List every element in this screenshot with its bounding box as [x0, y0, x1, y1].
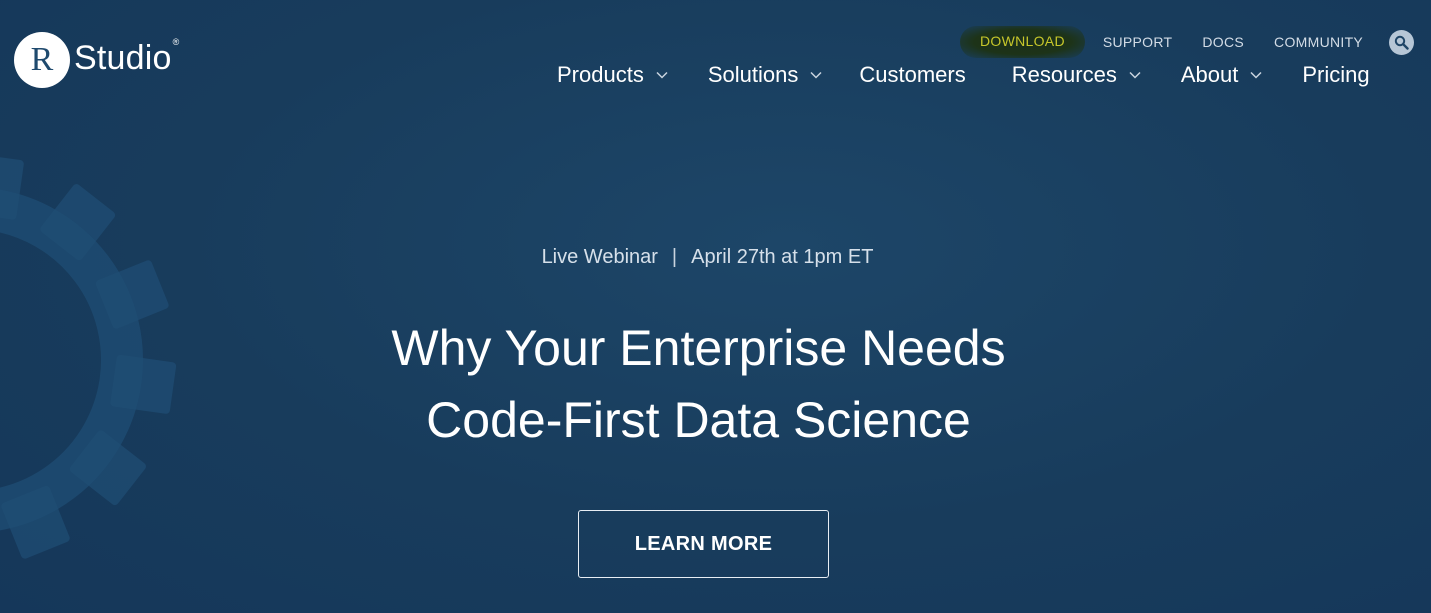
nav-item-solutions[interactable]: Solutions: [708, 61, 823, 89]
headline-line-2: Code-First Data Science: [426, 392, 971, 448]
download-link[interactable]: DOWNLOAD: [980, 33, 1065, 49]
chevron-down-icon: [1250, 71, 1262, 79]
chevron-down-icon: [656, 71, 668, 79]
headline-line-1: Why Your Enterprise Needs: [391, 320, 1006, 376]
support-link[interactable]: SUPPORT: [1103, 34, 1173, 50]
eyebrow-label: Live Webinar: [541, 246, 658, 268]
nav-item-pricing[interactable]: Pricing: [1302, 61, 1369, 89]
logo-mark: R: [14, 32, 70, 88]
nav-item-label: Resources: [1011, 62, 1117, 87]
docs-link[interactable]: DOCS: [1202, 34, 1244, 50]
webinar-eyebrow: Live Webinar | April 27th at 1pm ET: [0, 246, 1415, 269]
search-button[interactable]: [1389, 29, 1415, 55]
gear-graphic-icon: [0, 153, 177, 559]
rstudio-logo[interactable]: R Studio ®: [14, 32, 179, 88]
nav-item-label: Products: [557, 62, 644, 87]
eyebrow-date: April 27th at 1pm ET: [691, 246, 874, 268]
chevron-down-icon: [1129, 71, 1141, 79]
logo-text: Studio: [74, 38, 172, 77]
page: R Studio ® DOWNLOAD SUPPORT DOCS COMMUNI…: [0, 0, 1431, 613]
hero-headline: Why Your Enterprise Needs Code-First Dat…: [0, 312, 1397, 456]
utility-nav: DOWNLOAD SUPPORT DOCS COMMUNITY: [960, 26, 1415, 58]
logo-registered-mark: ®: [172, 37, 180, 47]
nav-item-resources[interactable]: Resources: [1012, 61, 1141, 89]
download-highlight: DOWNLOAD: [960, 26, 1085, 58]
search-icon: [1394, 35, 1409, 50]
community-link[interactable]: COMMUNITY: [1274, 34, 1363, 50]
eyebrow-separator: |: [671, 246, 678, 268]
main-nav: Products Solutions Customers Resources A…: [557, 61, 1370, 89]
nav-item-customers[interactable]: Customers: [859, 61, 965, 89]
learn-more-button[interactable]: LEARN MORE: [578, 510, 829, 578]
nav-item-about[interactable]: About: [1181, 61, 1263, 89]
nav-item-label: Solutions: [707, 62, 799, 87]
nav-item-label: About: [1180, 62, 1239, 87]
chevron-down-icon: [810, 71, 822, 79]
nav-item-products[interactable]: Products: [557, 61, 668, 89]
